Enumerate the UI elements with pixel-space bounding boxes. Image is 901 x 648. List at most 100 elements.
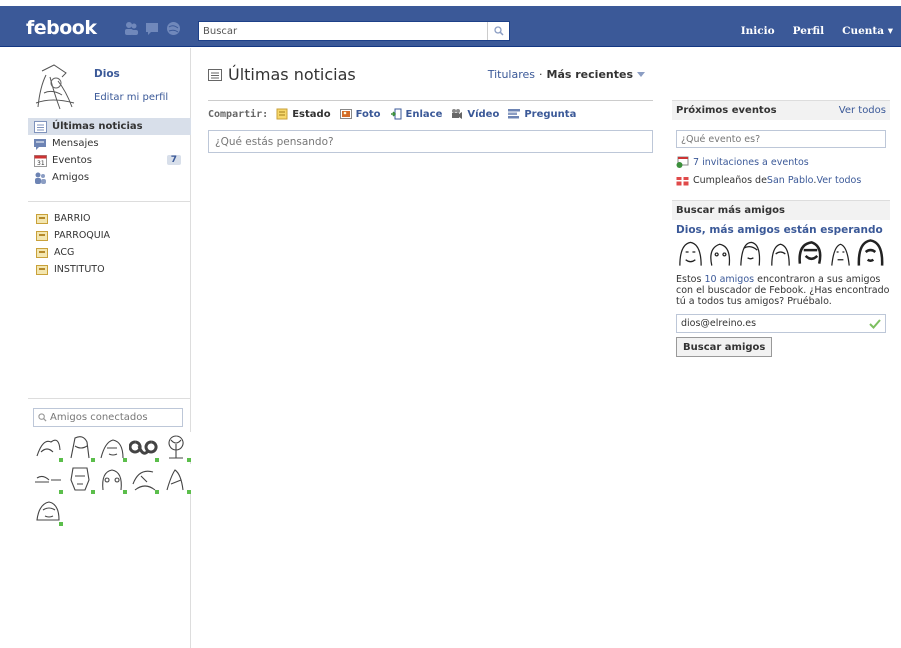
top-nav: Inicio Perfil Cuenta ▾ bbox=[741, 25, 893, 37]
birthday-gift-icon bbox=[676, 177, 689, 186]
online-friend-avatar[interactable] bbox=[97, 464, 127, 494]
group-item[interactable]: ACG bbox=[28, 244, 191, 261]
avatar bbox=[33, 464, 63, 494]
find-friends-button[interactable]: Buscar amigos bbox=[676, 337, 773, 357]
edit-profile-link[interactable]: Editar mi perfil bbox=[94, 92, 168, 103]
avatar bbox=[766, 238, 795, 268]
status-input[interactable] bbox=[209, 131, 652, 152]
title-divider bbox=[208, 100, 653, 101]
share-bar: Compartir: Estado Foto Enlace Vídeo Preg… bbox=[208, 108, 585, 120]
event-invite-icon bbox=[676, 156, 689, 168]
share-video-button[interactable]: Vídeo bbox=[451, 108, 499, 120]
online-friend-avatar[interactable] bbox=[65, 464, 95, 494]
left-column: Dios Editar mi perfil Últimas noticias M… bbox=[0, 48, 191, 648]
online-friend-avatar[interactable] bbox=[97, 432, 127, 462]
suggested-friend-avatar[interactable] bbox=[706, 238, 735, 268]
share-status-label: Estado bbox=[292, 108, 331, 120]
event-input[interactable] bbox=[677, 131, 885, 147]
video-camera-icon bbox=[452, 109, 463, 119]
share-link-label: Enlace bbox=[405, 108, 443, 120]
email-field[interactable] bbox=[677, 318, 865, 329]
share-photo-button[interactable]: Foto bbox=[339, 108, 381, 120]
nav-friends[interactable]: Amigos bbox=[28, 169, 191, 186]
online-friends-grid bbox=[33, 432, 193, 526]
feed-sort: Titulares · Más recientes bbox=[488, 68, 645, 81]
birthday-prefix: Cumpleaños de bbox=[693, 174, 767, 186]
page-title-text: Últimas noticias bbox=[228, 65, 356, 84]
online-friend-avatar[interactable] bbox=[33, 464, 63, 494]
avatar bbox=[161, 432, 191, 462]
suggested-friend-avatar[interactable] bbox=[676, 238, 705, 268]
avatar bbox=[33, 432, 63, 462]
profile-picture[interactable] bbox=[32, 63, 78, 113]
event-invites-link[interactable]: 7 invitaciones a eventos bbox=[693, 157, 809, 168]
nav-cuenta[interactable]: Cuenta ▾ bbox=[842, 25, 893, 37]
events-see-all-link[interactable]: Ver todos bbox=[839, 105, 886, 116]
online-friend-avatar[interactable] bbox=[65, 432, 95, 462]
events-title: Próximos eventos bbox=[676, 105, 777, 116]
suggested-friend-avatar[interactable] bbox=[826, 238, 855, 268]
online-friend-avatar[interactable] bbox=[33, 432, 63, 462]
online-friend-avatar[interactable] bbox=[161, 464, 191, 494]
group-item[interactable]: PARROQUIA bbox=[28, 227, 191, 244]
status-icon bbox=[276, 108, 288, 120]
nav-perfil[interactable]: Perfil bbox=[793, 25, 824, 37]
event-invites-row[interactable]: 7 invitaciones a eventos bbox=[676, 156, 809, 168]
share-status-button[interactable]: Estado bbox=[276, 108, 331, 120]
chevron-down-icon[interactable] bbox=[637, 72, 645, 77]
suggested-friend-avatar[interactable] bbox=[796, 238, 825, 268]
search-icon bbox=[493, 26, 504, 36]
events-count-badge: 7 bbox=[166, 155, 181, 165]
top-bar: febook Inicio Perfil Cuenta ▾ bbox=[0, 0, 901, 47]
share-link-button[interactable]: Enlace bbox=[390, 108, 443, 120]
online-friend-avatar[interactable] bbox=[128, 432, 159, 462]
sort-top-news-link[interactable]: Titulares bbox=[488, 68, 535, 81]
events-header: Próximos eventos Ver todos bbox=[672, 100, 890, 120]
avatar bbox=[161, 464, 191, 494]
avatar bbox=[97, 432, 127, 462]
status-composer bbox=[208, 130, 653, 153]
group-item[interactable]: INSTITUTO bbox=[28, 261, 191, 278]
nav-inicio[interactable]: Inicio bbox=[741, 25, 775, 37]
news-feed-icon bbox=[208, 68, 222, 81]
nav-news-feed[interactable]: Últimas noticias bbox=[28, 118, 191, 135]
messages-icon[interactable] bbox=[145, 21, 160, 36]
sort-most-recent[interactable]: Más recientes bbox=[547, 68, 633, 81]
online-friend-avatar[interactable] bbox=[129, 464, 159, 494]
nav-events-label: Eventos bbox=[52, 155, 92, 166]
logo[interactable]: febook bbox=[26, 17, 97, 39]
group-icon bbox=[36, 247, 48, 258]
birthday-see-all-link[interactable]: Ver todos bbox=[816, 175, 861, 186]
avatar bbox=[65, 464, 95, 494]
search-input[interactable] bbox=[199, 22, 487, 40]
suggested-friend-avatar[interactable] bbox=[736, 238, 765, 268]
group-item[interactable]: BARRIO bbox=[28, 210, 191, 227]
nav-messages-label: Mensajes bbox=[52, 138, 99, 149]
profile-name[interactable]: Dios bbox=[94, 68, 120, 80]
search-box bbox=[198, 21, 510, 41]
find-text-link[interactable]: 10 amigos bbox=[704, 274, 754, 285]
avatar bbox=[826, 238, 855, 268]
birthday-person-link[interactable]: San Pablo bbox=[767, 175, 814, 186]
share-question-button[interactable]: Pregunta bbox=[508, 108, 576, 120]
suggested-friends-faces bbox=[676, 238, 885, 268]
friends-icon bbox=[35, 172, 46, 184]
question-icon bbox=[508, 109, 521, 119]
online-friend-avatar[interactable] bbox=[33, 496, 63, 526]
online-friend-avatar[interactable] bbox=[161, 432, 191, 462]
nav-events[interactable]: 31 Eventos 7 bbox=[28, 152, 191, 169]
chat-divider bbox=[28, 398, 191, 399]
friend-requests-icon[interactable] bbox=[124, 21, 139, 36]
calendar-icon: 31 bbox=[34, 154, 47, 167]
find-friends-header-title: Buscar más amigos bbox=[676, 205, 785, 216]
group-icon bbox=[36, 264, 48, 275]
chat-search-input[interactable] bbox=[50, 412, 182, 423]
notifications-icon[interactable] bbox=[166, 21, 181, 36]
jewels bbox=[124, 21, 181, 36]
nav-messages[interactable]: Mensajes bbox=[28, 135, 191, 152]
find-friends-title[interactable]: Dios, más amigos están esperando bbox=[676, 224, 883, 236]
email-field-box bbox=[676, 314, 886, 333]
suggested-friend-avatar[interactable] bbox=[766, 238, 795, 268]
search-button[interactable] bbox=[487, 22, 509, 40]
suggested-friend-avatar[interactable] bbox=[856, 238, 885, 268]
